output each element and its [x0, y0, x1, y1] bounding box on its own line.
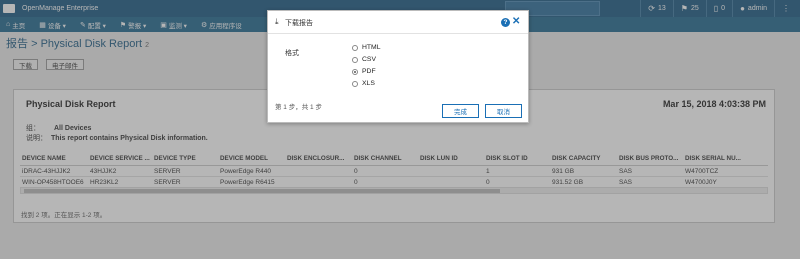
format-option-pdf[interactable]: PDF	[352, 68, 376, 75]
format-option-xls[interactable]: XLS	[352, 80, 375, 87]
dialog-header: ⤓ 下载报告 ? ✕	[268, 11, 528, 34]
cancel-button[interactable]: 取消	[485, 104, 522, 118]
dialog-title: 下载报告	[285, 20, 313, 27]
format-option-csv[interactable]: CSV	[352, 56, 376, 63]
download-report-dialog: ⤓ 下载报告 ? ✕ 格式 HTML CSV PDF XLS 第 1 步，共 1…	[267, 10, 529, 123]
radio-button[interactable]	[352, 56, 358, 63]
option-label: XLS	[362, 80, 375, 87]
help-icon[interactable]: ?	[501, 18, 510, 27]
download-icon: ⤓	[275, 17, 279, 26]
radio-button-selected[interactable]	[352, 68, 358, 75]
format-option-html[interactable]: HTML	[352, 44, 381, 51]
option-label: HTML	[362, 44, 381, 51]
radio-button[interactable]	[352, 44, 358, 51]
format-label: 格式	[285, 50, 299, 57]
option-label: CSV	[362, 56, 376, 63]
close-icon[interactable]: ✕	[512, 16, 520, 27]
wizard-step-text: 第 1 步，共 1 步	[275, 104, 322, 111]
radio-button[interactable]	[352, 80, 358, 87]
option-label: PDF	[362, 68, 376, 75]
finish-button[interactable]: 完成	[442, 104, 479, 118]
